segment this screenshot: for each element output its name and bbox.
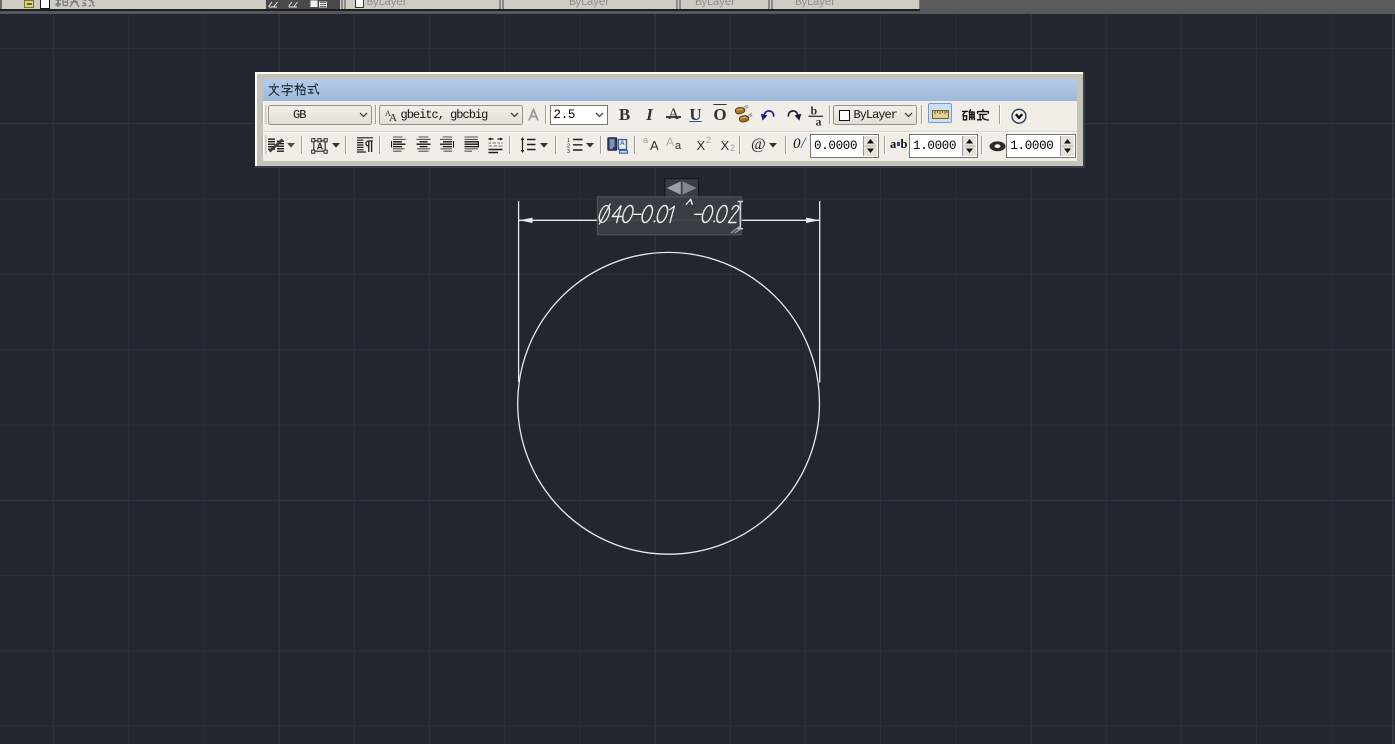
svg-text:A: A bbox=[620, 140, 625, 147]
svg-text:A: A bbox=[317, 141, 324, 151]
svg-text:3: 3 bbox=[567, 149, 570, 153]
